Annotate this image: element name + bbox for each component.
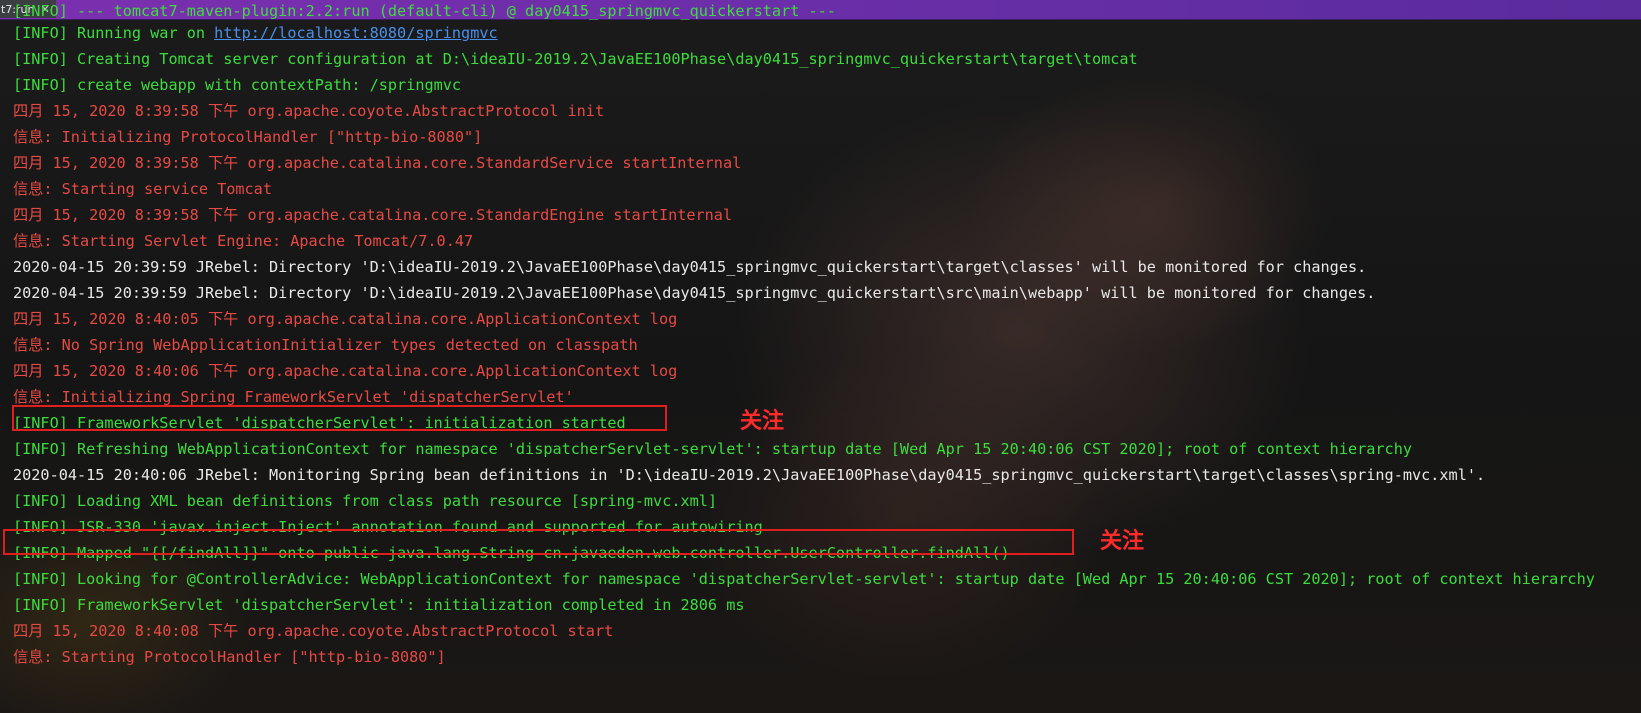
console-line: [INFO] Creating Tomcat server configurat… [13, 46, 1641, 72]
console-line: 四月 15, 2020 8:40:06 下午 org.apache.catali… [13, 358, 1641, 384]
console-line: [INFO] Running war on http://localhost:8… [13, 20, 1641, 46]
console-line: 信息: Starting service Tomcat [13, 176, 1641, 202]
run-console-window: t7:run ✕ [INFO] --- tomcat7-maven-plugin… [0, 0, 1641, 713]
highlight-box-mapped-findall [3, 529, 1074, 555]
console-line-text: 四月 15, 2020 8:39:58 下午 org.apache.catali… [13, 154, 742, 172]
console-line: [INFO] --- tomcat7-maven-plugin:2.2:run … [13, 2, 1641, 20]
console-line-text: [INFO] --- tomcat7-maven-plugin:2.2:run … [13, 2, 836, 20]
console-line-text: 信息: No Spring WebApplicationInitializer … [13, 336, 638, 354]
server-url-link[interactable]: http://localhost:8080/springmvc [214, 24, 497, 42]
highlight-box-initialization-started [12, 405, 667, 431]
console-line-text: [INFO] Creating Tomcat server configurat… [13, 50, 1138, 68]
console-line: 2020-04-15 20:39:59 JRebel: Directory 'D… [13, 280, 1641, 306]
console-line-text: 2020-04-15 20:40:06 JRebel: Monitoring S… [13, 466, 1486, 484]
annotation-note: 关注 [1100, 529, 1145, 554]
console-line-text: 四月 15, 2020 8:40:05 下午 org.apache.catali… [13, 310, 678, 328]
console-line-text: [INFO] Refreshing WebApplicationContext … [13, 440, 1412, 458]
console-line: 2020-04-15 20:39:59 JRebel: Directory 'D… [13, 254, 1641, 280]
console-line-text: [INFO] Loading XML bean definitions from… [13, 492, 718, 510]
console-line: [INFO] Loading XML bean definitions from… [13, 488, 1641, 514]
console-line-text: 信息: Initializing ProtocolHandler ["http-… [13, 128, 483, 146]
console-output: [INFO] --- tomcat7-maven-plugin:2.2:run … [13, 2, 1641, 670]
console-line-text: 2020-04-15 20:39:59 JRebel: Directory 'D… [13, 284, 1376, 302]
console-line-text: [INFO] create webapp with contextPath: /… [13, 76, 462, 94]
console-line: 2020-04-15 20:40:06 JRebel: Monitoring S… [13, 462, 1641, 488]
console-line: 四月 15, 2020 8:39:58 下午 org.apache.coyote… [13, 98, 1641, 124]
console-line-text: [INFO] FrameworkServlet 'dispatcherServl… [13, 596, 745, 614]
console-line: 四月 15, 2020 8:39:58 下午 org.apache.catali… [13, 202, 1641, 228]
console-line-text: 2020-04-15 20:39:59 JRebel: Directory 'D… [13, 258, 1367, 276]
console-line-text: 四月 15, 2020 8:40:08 下午 org.apache.coyote… [13, 622, 614, 640]
console-line: 四月 15, 2020 8:40:08 下午 org.apache.coyote… [13, 618, 1641, 644]
console-line: 信息: Initializing ProtocolHandler ["http-… [13, 124, 1641, 150]
console-line: [INFO] Looking for @ControllerAdvice: We… [13, 566, 1641, 592]
console-line-text: 信息: Starting Servlet Engine: Apache Tomc… [13, 232, 474, 250]
console-line-text: 信息: Initializing Spring FrameworkServlet… [13, 388, 574, 406]
console-line: 信息: No Spring WebApplicationInitializer … [13, 332, 1641, 358]
console-line-text: [INFO] Looking for @ControllerAdvice: We… [13, 570, 1595, 588]
console-line: 四月 15, 2020 8:39:58 下午 org.apache.catali… [13, 150, 1641, 176]
console-line: 信息: Starting ProtocolHandler ["http-bio-… [13, 644, 1641, 670]
annotation-note: 关注 [740, 409, 785, 434]
console-line: 信息: Starting Servlet Engine: Apache Tomc… [13, 228, 1641, 254]
console-line-text: 四月 15, 2020 8:40:06 下午 org.apache.catali… [13, 362, 678, 380]
console-line: [INFO] FrameworkServlet 'dispatcherServl… [13, 592, 1641, 618]
console-line-text: 四月 15, 2020 8:39:58 下午 org.apache.coyote… [13, 102, 605, 120]
console-line-text: 信息: Starting service Tomcat [13, 180, 272, 198]
console-line-text: 四月 15, 2020 8:39:58 下午 org.apache.catali… [13, 206, 733, 224]
console-line: 四月 15, 2020 8:40:05 下午 org.apache.catali… [13, 306, 1641, 332]
console-line: [INFO] create webapp with contextPath: /… [13, 72, 1641, 98]
console-line: [INFO] Refreshing WebApplicationContext … [13, 436, 1641, 462]
console-line-text: 信息: Starting ProtocolHandler ["http-bio-… [13, 648, 446, 666]
console-line-text: [INFO] Running war on [13, 24, 215, 42]
